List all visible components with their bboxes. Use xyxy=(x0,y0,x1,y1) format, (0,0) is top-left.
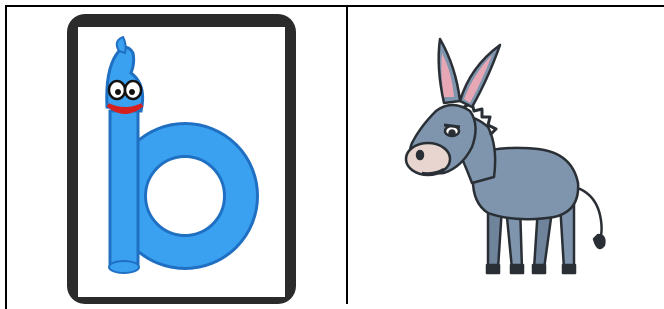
letter-b-character-icon xyxy=(67,14,296,304)
picture-card-cell xyxy=(348,7,664,304)
letter-card-cell xyxy=(7,7,346,304)
donkey-icon xyxy=(404,37,606,275)
